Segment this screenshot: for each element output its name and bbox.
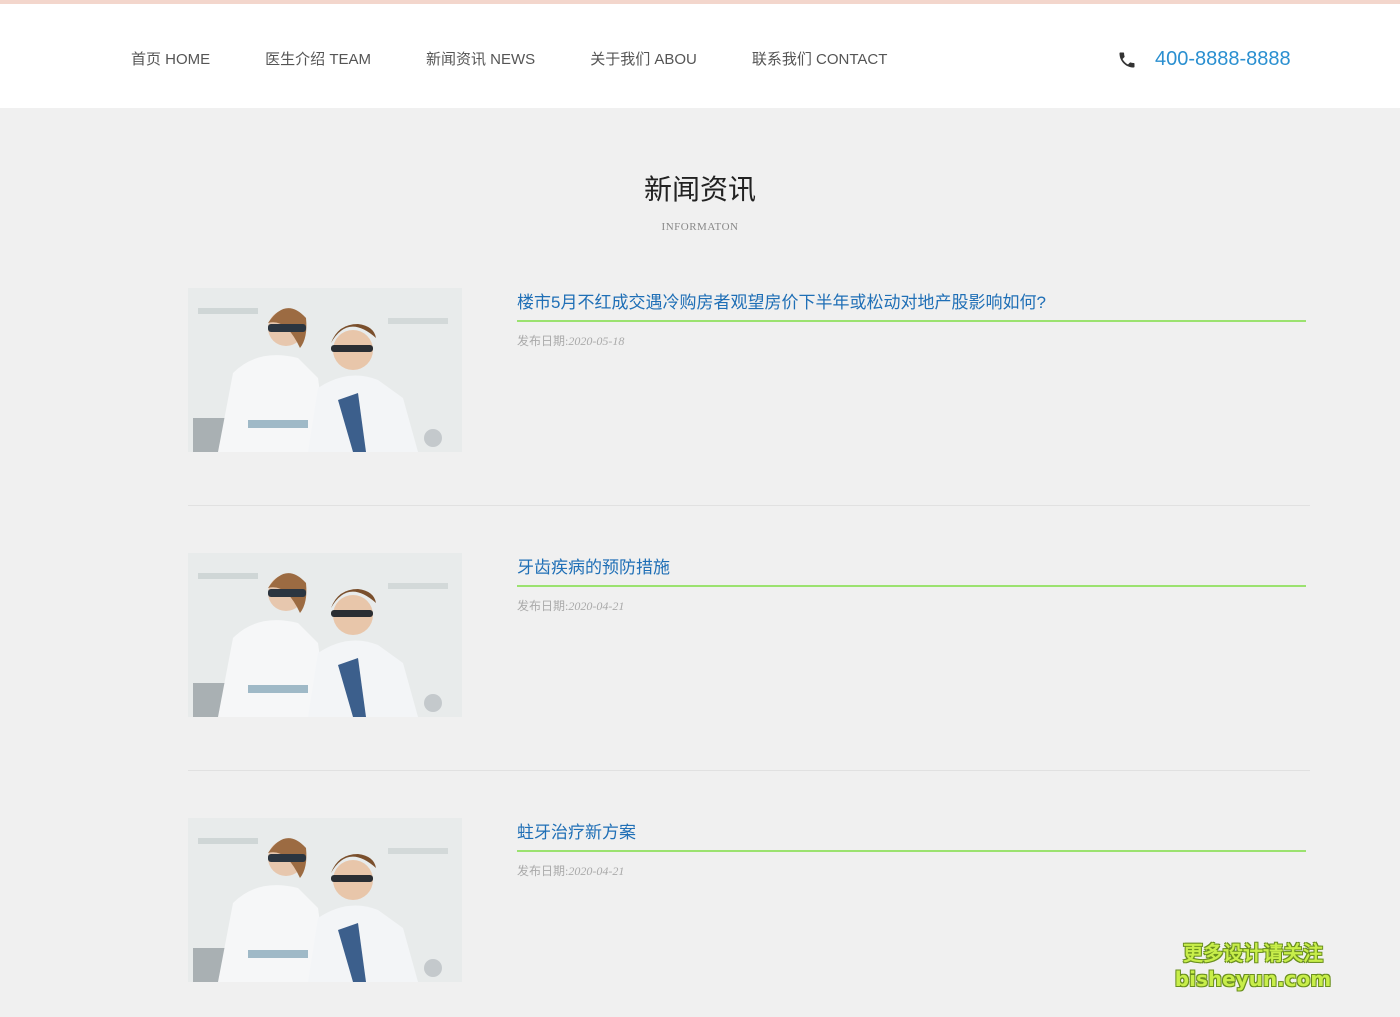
news-info: 牙齿疾病的预防措施 发布日期:2020-04-21 xyxy=(517,553,1306,614)
news-thumbnail[interactable] xyxy=(188,818,462,982)
news-date: 发布日期:2020-04-21 xyxy=(517,597,1306,614)
news-divider xyxy=(188,770,1310,771)
date-value: 2020-05-18 xyxy=(568,334,625,348)
date-label: 发布日期: xyxy=(517,334,569,348)
news-info: 蛀牙治疗新方案 发布日期:2020-04-21 xyxy=(517,818,1306,879)
doctors-photo-image xyxy=(188,553,462,717)
news-title-link[interactable]: 蛀牙治疗新方案 xyxy=(517,818,1306,852)
nav-item-contact[interactable]: 联系我们 CONTACT xyxy=(752,48,888,69)
watermark-line1: 更多设计请关注 xyxy=(1183,941,1323,965)
news-title-link[interactable]: 牙齿疾病的预防措施 xyxy=(517,553,1306,587)
watermark: 更多设计请关注 bisheyun.com xyxy=(1173,940,1333,992)
date-label: 发布日期: xyxy=(517,864,569,878)
phone-icon xyxy=(1119,52,1135,67)
doctors-photo-image xyxy=(188,818,462,982)
site-header: 首页 HOME 医生介绍 TEAM 新闻资讯 NEWS 关于我们 ABOU 联系… xyxy=(0,4,1400,108)
nav-item-news[interactable]: 新闻资讯 NEWS xyxy=(426,48,535,69)
date-value: 2020-04-21 xyxy=(568,599,625,613)
date-value: 2020-04-21 xyxy=(568,864,625,878)
section-subtitle: INFORMATON xyxy=(661,221,739,233)
nav-item-home[interactable]: 首页 HOME xyxy=(131,48,210,69)
news-thumbnail[interactable] xyxy=(188,288,462,452)
section-title: 新闻资讯 xyxy=(643,174,756,205)
nav-item-team[interactable]: 医生介绍 TEAM xyxy=(265,48,371,69)
news-thumbnail[interactable] xyxy=(188,553,462,717)
news-date: 发布日期:2020-04-21 xyxy=(517,862,1306,879)
news-title-link[interactable]: 楼市5月不红成交遇冷购房者观望房价下半年或松动对地产股影响如何? xyxy=(517,288,1306,322)
phone-number[interactable]: 400-8888-8888 xyxy=(1155,48,1291,71)
doctors-photo-image xyxy=(188,288,462,452)
news-info: 楼市5月不红成交遇冷购房者观望房价下半年或松动对地产股影响如何? 发布日期:20… xyxy=(517,288,1306,349)
phone-contact: 400-8888-8888 xyxy=(1117,48,1291,71)
watermark-line2: bisheyun.com xyxy=(1174,967,1332,991)
news-date: 发布日期:2020-05-18 xyxy=(517,332,1306,349)
date-label: 发布日期: xyxy=(517,599,569,613)
news-divider xyxy=(188,505,1310,506)
main-nav: 首页 HOME 医生介绍 TEAM 新闻资讯 NEWS 关于我们 ABOU 联系… xyxy=(131,48,942,69)
nav-item-about[interactable]: 关于我们 ABOU xyxy=(590,48,697,69)
